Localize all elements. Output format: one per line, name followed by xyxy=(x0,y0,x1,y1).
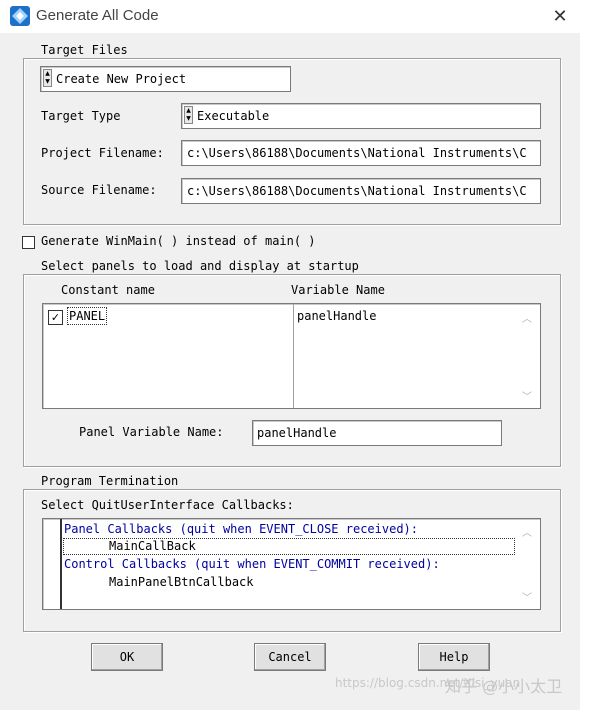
target-files-label: Target Files xyxy=(38,43,131,57)
target-type-value: Executable xyxy=(197,109,270,123)
ok-button[interactable]: OK xyxy=(91,643,163,671)
panel-callbacks-header: Panel Callbacks (quit when EVENT_CLOSE r… xyxy=(64,522,419,536)
help-button[interactable]: Help xyxy=(418,643,490,671)
project-filename-label: Project Filename: xyxy=(41,146,164,160)
callback-item-mainpanelbtncallback[interactable]: MainPanelBtnCallback xyxy=(109,574,254,590)
source-filename-field[interactable]: c:\Users\86188\Documents\National Instru… xyxy=(181,178,541,204)
project-mode-value: Create New Project xyxy=(56,72,187,86)
scroll-up-icon[interactable]: ︿ xyxy=(520,310,534,325)
variable-name-header: Variable Name xyxy=(291,283,385,297)
target-type-ring[interactable]: ▲ ▼ Executable xyxy=(181,103,541,129)
scroll-down-icon[interactable]: ﹀ xyxy=(520,589,534,604)
panel-variable-cell[interactable]: panelHandle xyxy=(297,308,376,324)
spin-arrows-icon[interactable]: ▲ ▼ xyxy=(184,106,193,124)
list-gutter xyxy=(60,519,62,609)
project-mode-ring[interactable]: ▲ ▼ Create New Project xyxy=(40,66,291,92)
winmain-label[interactable]: Generate WinMain( ) instead of main( ) xyxy=(41,234,316,248)
scroll-up-icon[interactable]: ︿ xyxy=(520,524,534,539)
source-filename-value: c:\Users\86188\Documents\National Instru… xyxy=(187,184,527,198)
watermark-author: 知乎 @小小太卫 xyxy=(445,677,563,696)
project-filename-value: c:\Users\86188\Documents\National Instru… xyxy=(187,146,527,160)
panel-variable-name-label: Panel Variable Name: xyxy=(79,425,224,439)
window-edge xyxy=(580,0,591,710)
scroll-down-icon[interactable]: ﹀ xyxy=(520,388,534,403)
constant-name-header: Constant name xyxy=(61,283,155,297)
termination-group-label: Program Termination xyxy=(38,474,182,488)
column-divider xyxy=(293,304,294,408)
panels-group-label: Select panels to load and display at sta… xyxy=(38,259,362,273)
control-callbacks-header: Control Callbacks (quit when EVENT_COMMI… xyxy=(64,557,440,571)
generate-code-dialog: Generate All Code ✕ Target Files ▲ ▼ Crea… xyxy=(0,0,580,710)
spin-arrows-icon[interactable]: ▲ ▼ xyxy=(43,69,52,87)
callback-item-maincallback[interactable]: MainCallBack xyxy=(63,538,515,555)
labwindows-diamond-icon xyxy=(10,6,30,26)
target-type-label: Target Type xyxy=(41,109,121,123)
quit-callbacks-list[interactable]: Panel Callbacks (quit when EVENT_CLOSE r… xyxy=(42,518,541,610)
close-icon[interactable]: ✕ xyxy=(548,5,572,29)
project-filename-field[interactable]: c:\Users\86188\Documents\National Instru… xyxy=(181,140,541,166)
panel-variable-name-value: panelHandle xyxy=(257,426,337,440)
panel-row-checkbox[interactable]: ✓ xyxy=(48,310,63,325)
quit-callbacks-label: Select QuitUserInterface Callbacks: xyxy=(41,498,294,512)
panels-list[interactable]: ✓ PANEL panelHandle ︿ ﹀ xyxy=(42,303,541,409)
cancel-button[interactable]: Cancel xyxy=(254,643,326,671)
window-title: Generate All Code xyxy=(36,7,159,24)
source-filename-label: Source Filename: xyxy=(41,183,157,197)
title-bar: Generate All Code ✕ xyxy=(0,0,580,33)
winmain-checkbox[interactable] xyxy=(22,236,35,249)
panel-variable-name-field[interactable]: panelHandle xyxy=(252,420,502,446)
panel-constant-cell[interactable]: PANEL xyxy=(67,307,108,325)
